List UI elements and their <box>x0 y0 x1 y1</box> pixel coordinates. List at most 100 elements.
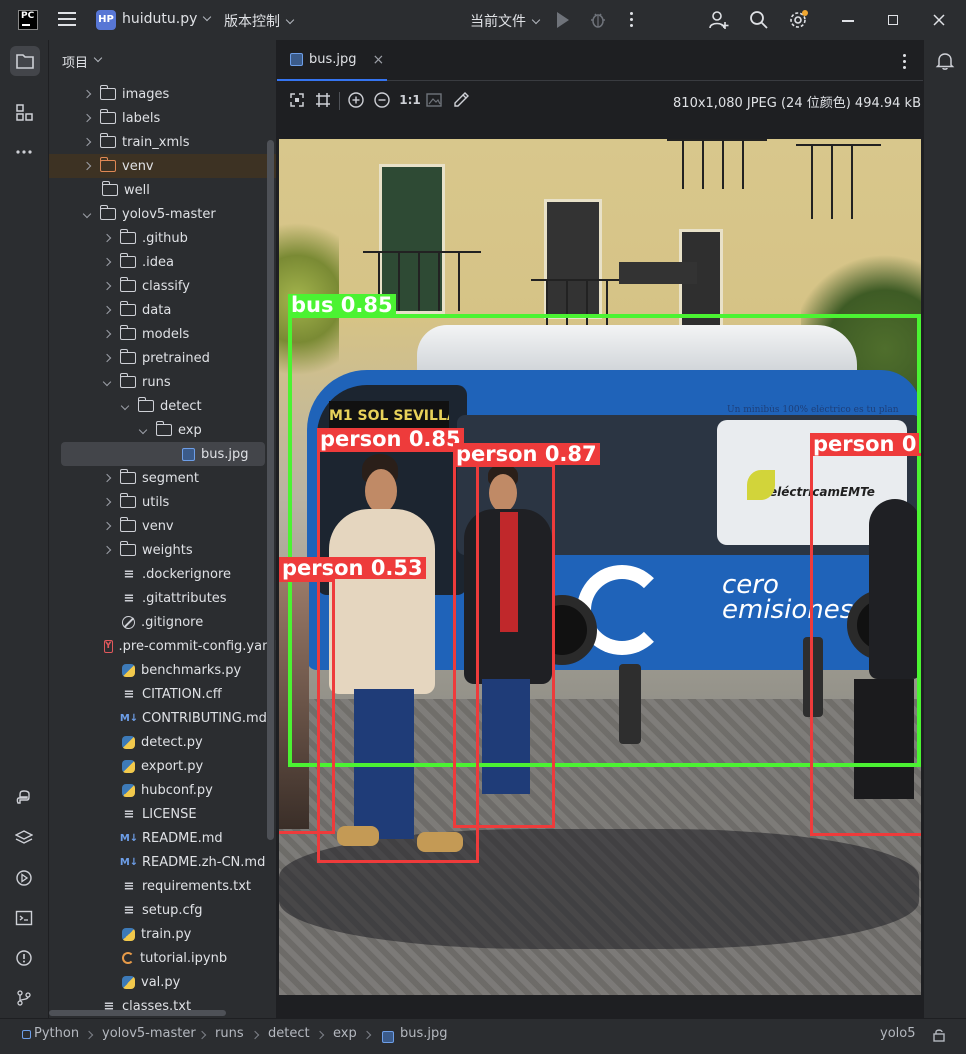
structure-tool-icon[interactable] <box>12 100 36 124</box>
run-icon[interactable] <box>557 12 569 28</box>
tree-item[interactable]: ≡ .dockerignore <box>49 562 276 586</box>
project-panel-header[interactable]: 项目 <box>49 40 276 82</box>
close-icon[interactable] <box>929 10 949 30</box>
tree-item[interactable]: pretrained <box>49 346 276 370</box>
tree-item[interactable]: .github <box>49 226 276 250</box>
chevron-right-icon[interactable] <box>82 161 92 171</box>
settings-gear-icon[interactable] <box>788 10 808 30</box>
tree-item[interactable]: segment <box>49 466 276 490</box>
tree-item[interactable]: images <box>49 82 276 106</box>
actual-size-button[interactable]: 1:1 <box>399 91 421 109</box>
tree-item[interactable]: ≡ CITATION.cff <box>49 682 276 706</box>
project-horizontal-scrollbar[interactable] <box>49 1010 226 1016</box>
search-icon[interactable] <box>749 10 769 30</box>
zoom-in-icon[interactable] <box>347 91 365 109</box>
chevron-right-icon[interactable] <box>102 257 112 267</box>
chevron-right-icon[interactable] <box>82 137 92 147</box>
tree-item[interactable]: M↓ CONTRIBUTING.md <box>49 706 276 730</box>
vcs-menu[interactable]: 版本控制 <box>224 11 295 31</box>
chevron-right-icon[interactable] <box>102 497 112 507</box>
notifications-bell-icon[interactable] <box>935 51 955 71</box>
breadcrumb-detect[interactable]: detect <box>268 1026 310 1041</box>
breadcrumb-exp[interactable]: exp <box>333 1026 357 1041</box>
tree-item[interactable]: well <box>49 178 276 202</box>
git-branch-icon[interactable] <box>12 986 36 1010</box>
breadcrumb-yolov5-master[interactable]: yolov5-master <box>102 1026 196 1041</box>
problems-icon[interactable] <box>12 946 36 970</box>
project-badge[interactable]: HP <box>96 10 116 30</box>
tree-item[interactable]: venv <box>49 154 276 178</box>
more-actions-icon[interactable] <box>630 12 634 30</box>
terminal-icon[interactable] <box>12 906 36 930</box>
tree-item[interactable]: M↓ README.md <box>49 826 276 850</box>
breadcrumb-runs[interactable]: runs <box>215 1026 244 1041</box>
tree-item[interactable]: models <box>49 322 276 346</box>
chevron-right-icon[interactable] <box>102 353 112 363</box>
pycharm-logo-icon[interactable]: PC <box>18 10 38 30</box>
zoom-out-icon[interactable] <box>373 91 391 109</box>
chevron-down-icon[interactable] <box>120 401 130 411</box>
more-tools-icon[interactable] <box>12 140 36 164</box>
services-run-icon[interactable] <box>12 866 36 890</box>
tree-item[interactable]: data <box>49 298 276 322</box>
tree-item[interactable]: labels <box>49 106 276 130</box>
maximize-icon[interactable] <box>883 10 903 30</box>
main-menu-icon[interactable] <box>58 12 76 28</box>
chevron-right-icon[interactable] <box>102 545 112 555</box>
tree-item[interactable]: benchmarks.py <box>49 658 276 682</box>
chevron-right-icon[interactable] <box>102 521 112 531</box>
tree-item[interactable]: classify <box>49 274 276 298</box>
tab-bus-jpg[interactable]: bus.jpg × <box>277 40 387 81</box>
tree-item[interactable]: train_xmls <box>49 130 276 154</box>
minimize-icon[interactable] <box>838 10 858 30</box>
run-config-selector[interactable]: 当前文件 <box>470 11 541 31</box>
tree-item[interactable]: tutorial.ipynb <box>49 946 276 970</box>
chevron-right-icon[interactable] <box>82 113 92 123</box>
tree-item[interactable]: ≡ LICENSE <box>49 802 276 826</box>
tab-close-icon[interactable]: × <box>373 52 385 68</box>
breadcrumb-python[interactable]: Python <box>34 1026 79 1041</box>
tree-item[interactable]: bus.jpg <box>61 442 265 466</box>
project-selector[interactable]: huidutu.py <box>122 11 212 27</box>
tree-item[interactable]: .idea <box>49 250 276 274</box>
fit-to-window-icon[interactable] <box>288 91 306 109</box>
tree-item[interactable]: ≡ requirements.txt <box>49 874 276 898</box>
tree-item[interactable]: ≡ .gitattributes <box>49 586 276 610</box>
chevron-down-icon[interactable] <box>138 425 148 435</box>
tree-item[interactable]: train.py <box>49 922 276 946</box>
tree-item[interactable]: hubconf.py <box>49 778 276 802</box>
chevron-right-icon[interactable] <box>102 233 112 243</box>
tree-item[interactable]: ≡ setup.cfg <box>49 898 276 922</box>
chevron-down-icon[interactable] <box>102 377 112 387</box>
tree-item[interactable]: detect.py <box>49 730 276 754</box>
python-interpreter[interactable]: yolo5 <box>880 1026 915 1041</box>
chevron-right-icon[interactable] <box>102 329 112 339</box>
tree-item[interactable]: runs <box>49 370 276 394</box>
project-tool-icon[interactable] <box>10 46 40 76</box>
tree-item[interactable]: venv <box>49 514 276 538</box>
chevron-right-icon[interactable] <box>102 473 112 483</box>
tree-item[interactable]: M↓ README.zh-CN.md <box>49 850 276 874</box>
chevron-right-icon[interactable] <box>82 89 92 99</box>
tree-item[interactable]: Y .pre-commit-config.yaml <box>49 634 276 658</box>
layers-icon[interactable] <box>12 826 36 850</box>
background-toggle-icon[interactable] <box>425 91 443 109</box>
add-user-icon[interactable] <box>709 10 729 30</box>
tree-item[interactable]: weights <box>49 538 276 562</box>
tree-item[interactable]: exp <box>49 418 276 442</box>
tree-item[interactable]: yolov5-master <box>49 202 276 226</box>
tree-item[interactable]: detect <box>49 394 276 418</box>
tree-item[interactable]: .gitignore <box>49 610 276 634</box>
color-picker-icon[interactable] <box>452 91 470 109</box>
tree-item[interactable]: export.py <box>49 754 276 778</box>
tab-options-icon[interactable] <box>903 54 907 72</box>
lock-icon[interactable] <box>932 1028 946 1042</box>
grid-icon[interactable] <box>314 91 332 109</box>
tree-item[interactable]: val.py <box>49 970 276 994</box>
chevron-right-icon[interactable] <box>102 281 112 291</box>
chevron-down-icon[interactable] <box>82 209 92 219</box>
chevron-right-icon[interactable] <box>102 305 112 315</box>
tree-item[interactable]: utils <box>49 490 276 514</box>
python-packages-icon[interactable] <box>12 786 36 810</box>
project-vertical-scrollbar[interactable] <box>267 140 274 840</box>
